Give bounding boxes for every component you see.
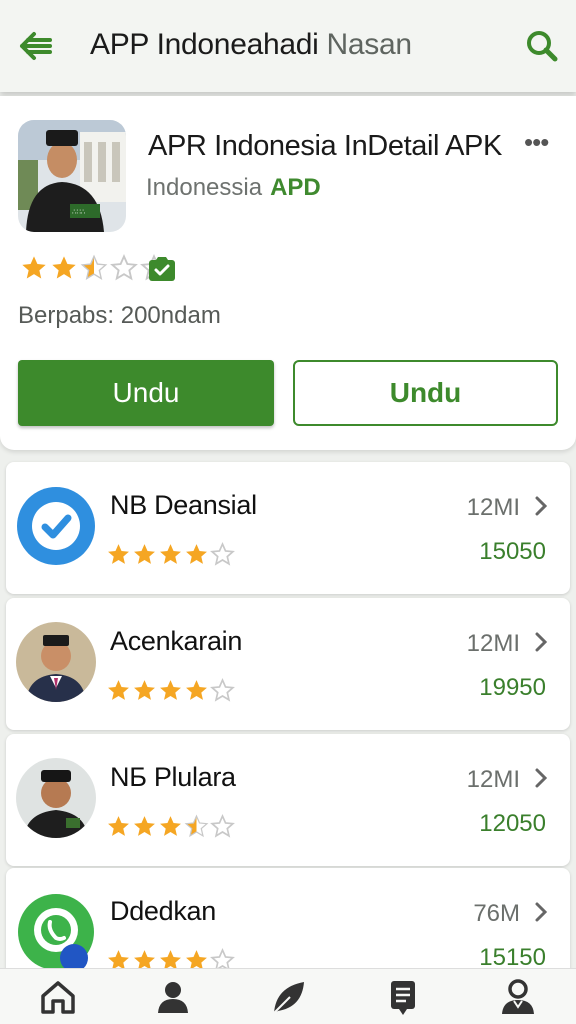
- list-item-rating: [106, 678, 235, 708]
- list-item-size: 76M: [473, 900, 520, 927]
- app-detail-card: ∴∷∴ APR Indonesia InDetail APK ••• Indon…: [0, 96, 576, 450]
- avatar-portrait: [16, 622, 96, 702]
- list-item-name: Acenkarain: [110, 626, 243, 656]
- list-item[interactable]: Acenkarain 12MI 19950: [6, 598, 570, 730]
- list-item-size: 12MI: [466, 494, 520, 521]
- leaf-icon[interactable]: [258, 972, 318, 1022]
- account-icon[interactable]: [488, 972, 548, 1022]
- title-sub: Nasan: [326, 28, 413, 61]
- back-arrow-icon[interactable]: [14, 26, 56, 66]
- star-filled-icon: [50, 254, 78, 287]
- list-item-rating: [106, 814, 235, 844]
- star-empty-icon: [210, 542, 235, 572]
- star-half-icon: [80, 254, 108, 287]
- blue-check-icon: [16, 486, 96, 566]
- star-filled-icon: [106, 814, 131, 844]
- verified-badge-icon: [148, 256, 176, 282]
- star-filled-icon: [132, 814, 157, 844]
- profile-icon[interactable]: [143, 972, 203, 1022]
- whatsapp-like-icon: I5: [16, 892, 96, 987]
- chevron-right-icon[interactable]: [532, 900, 550, 924]
- home-icon[interactable]: [28, 972, 88, 1022]
- star-half-icon: [184, 814, 209, 844]
- star-filled-icon: [132, 542, 157, 572]
- star-empty-icon: [110, 253, 138, 287]
- bottom-navigation: [0, 968, 576, 1024]
- app-rating: [20, 253, 168, 287]
- developer-name[interactable]: Indonessia: [146, 174, 262, 201]
- star-filled-icon: [20, 254, 48, 287]
- star-filled-icon: [106, 678, 131, 708]
- app-title: APR Indonesia InDetail APK: [148, 130, 502, 162]
- list-item-size: 12MI: [466, 766, 520, 793]
- list-item-rating: [106, 542, 235, 572]
- app-icon: ∴∷∴: [18, 120, 126, 232]
- list-item-size: 12MI: [466, 630, 520, 657]
- star-empty-icon: [210, 678, 235, 708]
- list-item-count: 15050: [479, 538, 546, 565]
- list-item-count: 12050: [479, 810, 546, 837]
- search-icon[interactable]: [522, 26, 562, 66]
- list-item-name: NБ Plulara: [110, 762, 236, 792]
- app-bar: APP Indoneahadi Nasan: [0, 0, 576, 92]
- list-item[interactable]: NB Deansial 12MI 15050: [6, 462, 570, 594]
- more-dots-icon[interactable]: •••: [524, 129, 560, 158]
- list-item-name: NB Deansial: [110, 490, 257, 520]
- list-item-count: 19950: [479, 674, 546, 701]
- star-filled-icon: [158, 814, 183, 844]
- app-tag: APD: [270, 174, 321, 201]
- star-filled-icon: [184, 542, 209, 572]
- star-filled-icon: [132, 678, 157, 708]
- star-filled-icon: [184, 678, 209, 708]
- list-item-name: Ddedkan: [110, 896, 216, 926]
- page-title: APP Indoneahadi Nasan: [90, 28, 412, 62]
- list-item[interactable]: NБ Plulara 12MI 12050: [6, 734, 570, 866]
- avatar-portrait: [16, 758, 96, 838]
- download-count: Berpabs: 200ndam: [18, 302, 221, 329]
- star-filled-icon: [158, 542, 183, 572]
- svg-text:∴∷∴: ∴∷∴: [72, 208, 86, 216]
- secondary-download-button[interactable]: Undu: [293, 360, 558, 426]
- app-subtitle: Indonessia APD: [146, 174, 321, 202]
- chevron-right-icon[interactable]: [532, 766, 550, 790]
- chevron-right-icon[interactable]: [532, 494, 550, 518]
- title-main: APP Indoneahadi: [90, 28, 319, 61]
- star-empty-icon: [210, 814, 235, 844]
- download-button[interactable]: Undu: [18, 360, 274, 426]
- star-filled-icon: [106, 542, 131, 572]
- star-filled-icon: [158, 678, 183, 708]
- chevron-right-icon[interactable]: [532, 630, 550, 654]
- document-icon[interactable]: [373, 972, 433, 1022]
